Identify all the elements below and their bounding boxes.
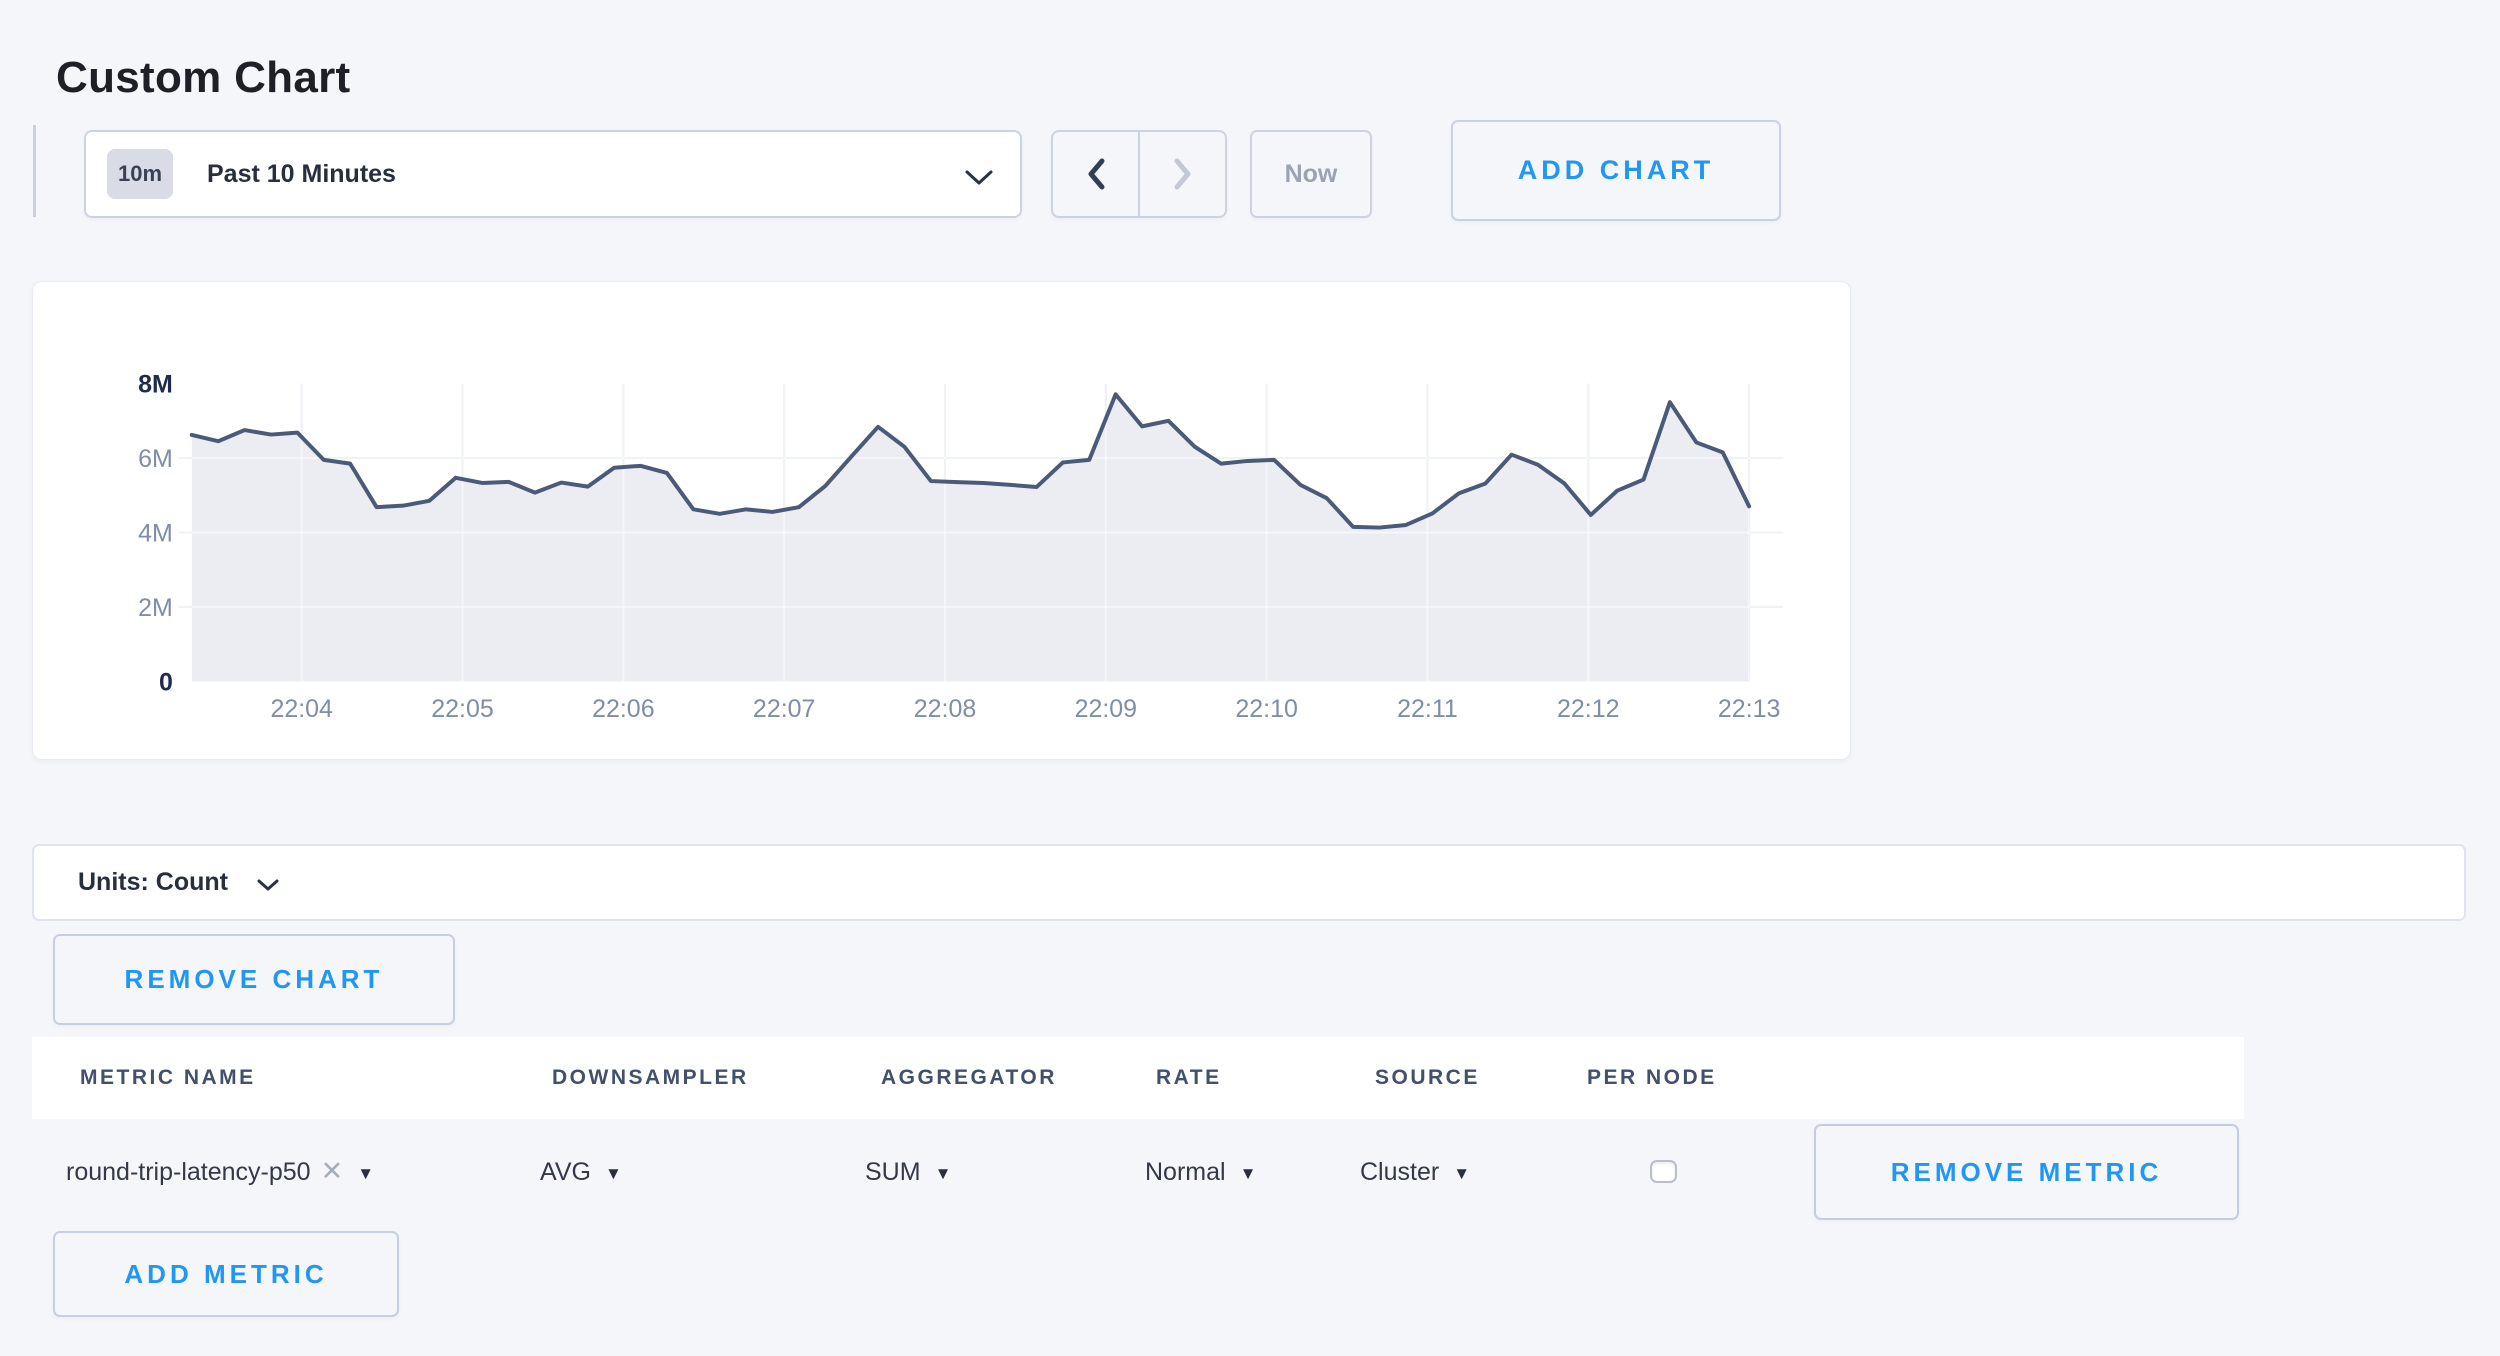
svg-text:6M: 6M [138,445,173,473]
rate-select[interactable]: Normal ▼ [1145,1145,1256,1199]
column-header-per-node: PER NODE [1587,1037,1717,1119]
remove-tag-icon[interactable]: ✕ [321,1156,344,1187]
column-header-source: SOURCE [1375,1037,1480,1119]
chevron-down-icon [964,169,994,186]
svg-text:2M: 2M [138,594,173,622]
svg-text:22:11: 22:11 [1397,695,1458,723]
svg-text:22:09: 22:09 [1075,695,1137,723]
time-range-badge: 10m [107,149,173,199]
downsampler-value: AVG [540,1158,591,1187]
metric-name-value: round-trip-latency-p50 [66,1158,311,1187]
custom-chart-page: Custom Chart 10m Past 10 Minutes Now ADD… [0,0,2500,1356]
metric-name-select[interactable]: round-trip-latency-p50 ✕ ▼ [66,1145,374,1199]
metric-area-chart: 22:04 22:05 22:06 22:07 22:08 22:09 22:10 22:11… [33,282,1850,759]
aggregator-value: SUM [865,1158,921,1187]
per-node-checkbox[interactable] [1650,1160,1677,1183]
toolbar-divider [33,125,36,217]
now-button[interactable]: Now [1250,130,1372,218]
source-select[interactable]: Cluster ▼ [1360,1145,1470,1199]
downsampler-select[interactable]: AVG ▼ [540,1145,622,1199]
svg-text:22:10: 22:10 [1235,695,1297,723]
chevron-down-icon [256,878,280,892]
column-header-metric-name: METRIC NAME [80,1037,256,1119]
caret-down-icon: ▼ [357,1164,374,1184]
units-dropdown[interactable]: Units: Count [32,844,2466,921]
remove-chart-button[interactable]: REMOVE CHART [53,934,455,1025]
svg-text:22:06: 22:06 [592,695,654,723]
svg-text:22:12: 22:12 [1557,695,1619,723]
caret-down-icon: ▼ [605,1164,622,1184]
caret-down-icon: ▼ [935,1164,952,1184]
svg-text:22:04: 22:04 [270,695,333,723]
time-backward-button[interactable] [1053,132,1140,216]
time-range-dropdown[interactable]: 10m Past 10 Minutes [84,130,1022,218]
add-metric-button[interactable]: ADD METRIC [53,1231,399,1317]
column-header-aggregator: AGGREGATOR [881,1037,1057,1119]
page-title: Custom Chart [56,53,351,103]
aggregator-select[interactable]: SUM ▼ [865,1145,951,1199]
time-step-button-group [1051,130,1227,218]
svg-text:0: 0 [159,668,173,696]
chevron-left-icon [1084,157,1108,191]
units-dropdown-label: Units: Count [78,868,228,897]
column-header-rate: RATE [1156,1037,1222,1119]
add-chart-button[interactable]: ADD CHART [1451,120,1781,221]
caret-down-icon: ▼ [1240,1164,1257,1184]
chevron-right-icon [1171,157,1195,191]
source-value: Cluster [1360,1158,1439,1187]
svg-text:22:13: 22:13 [1718,695,1780,723]
svg-text:22:08: 22:08 [914,695,976,723]
svg-text:22:07: 22:07 [753,695,815,723]
column-header-downsampler: DOWNSAMPLER [552,1037,749,1119]
remove-metric-button[interactable]: REMOVE METRIC [1814,1124,2239,1220]
rate-value: Normal [1145,1158,1226,1187]
svg-text:4M: 4M [138,519,173,547]
svg-text:8M: 8M [138,371,173,399]
metrics-table-header: METRIC NAME DOWNSAMPLER AGGREGATOR RATE … [32,1037,2244,1119]
time-range-label: Past 10 Minutes [207,160,396,189]
caret-down-icon: ▼ [1453,1164,1470,1184]
svg-text:22:05: 22:05 [431,695,493,723]
time-forward-button[interactable] [1140,132,1225,216]
chart-card: 22:04 22:05 22:06 22:07 22:08 22:09 22:10 22:11… [32,281,1851,760]
